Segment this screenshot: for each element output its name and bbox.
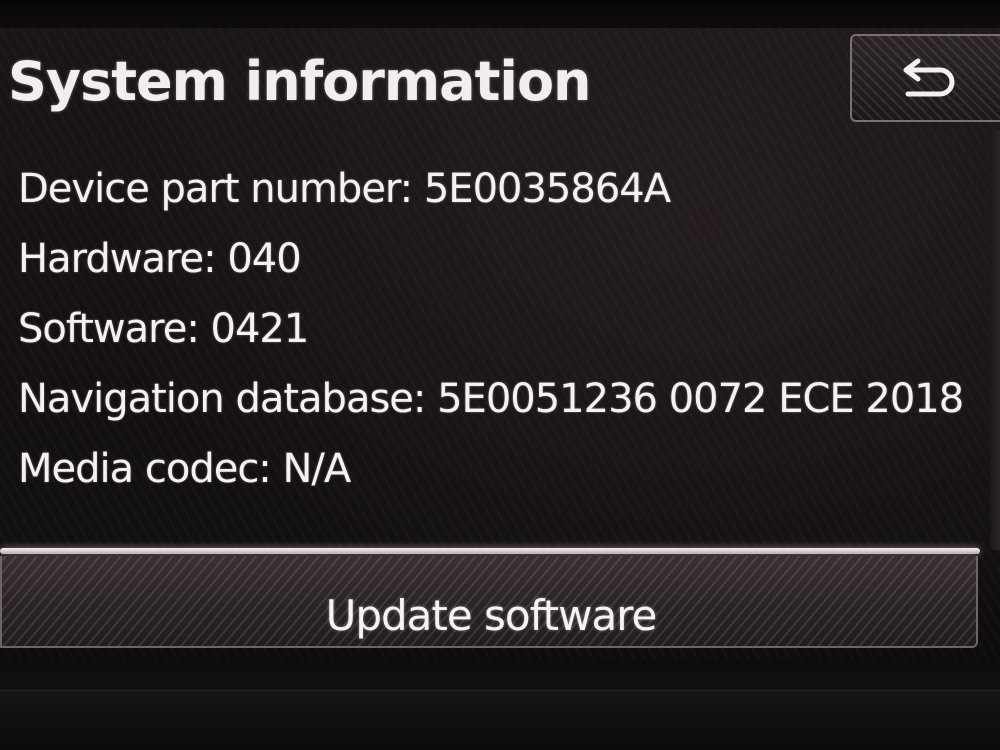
screen-edge xyxy=(990,130,1000,550)
update-software-label: Update software xyxy=(325,591,658,640)
page-title: System information xyxy=(8,50,591,113)
bottom-bezel xyxy=(0,660,1000,750)
update-software-button[interactable]: Update software xyxy=(0,556,978,648)
software-version: Software: 0421 xyxy=(18,306,309,352)
system-information-screen: System information Device part number: 5… xyxy=(0,0,1000,750)
device-part-number: Device part number: 5E0035864A xyxy=(18,166,671,212)
top-bezel xyxy=(0,0,1000,28)
back-arrow-icon xyxy=(903,58,955,97)
info-list: Device part number: 5E0035864A Hardware:… xyxy=(18,160,993,510)
media-codec: Media codec: N/A xyxy=(18,446,351,492)
navigation-database: Navigation database: 5E0051236 0072 ECE … xyxy=(18,376,964,422)
hardware-version: Hardware: 040 xyxy=(18,236,302,282)
back-button[interactable] xyxy=(850,34,1000,122)
divider xyxy=(0,548,980,554)
